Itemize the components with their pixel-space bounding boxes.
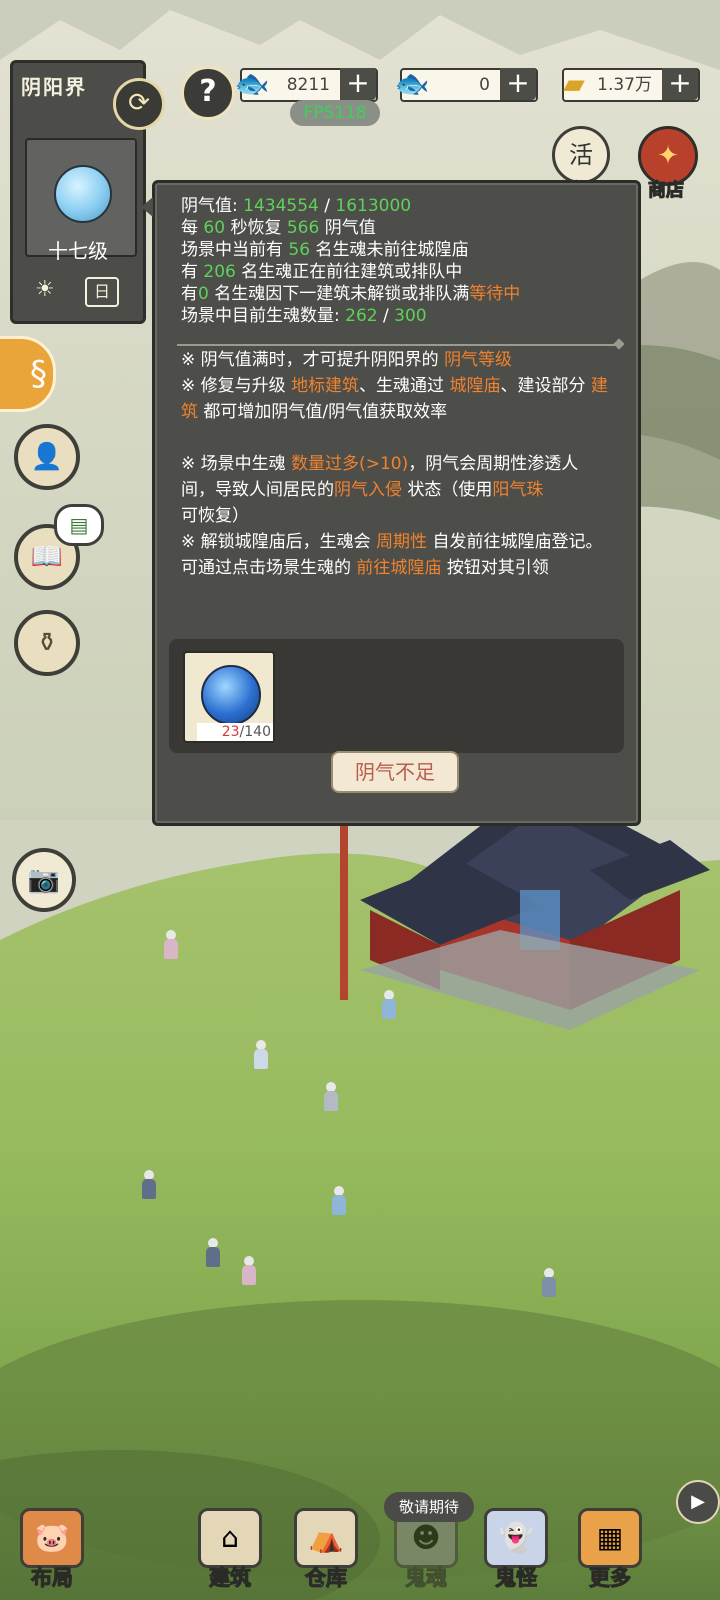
popup-pointer: [141, 197, 153, 217]
realm-level: 十七级: [48, 239, 108, 263]
coming-soon-badge: 敬请期待: [384, 1492, 474, 1522]
add-money-button[interactable]: +: [662, 68, 698, 100]
item-count: 23/140: [197, 723, 273, 741]
spirit-soul[interactable]: [140, 1170, 158, 1200]
blue-fish-icon: 🐟: [394, 67, 430, 100]
monster-icon: 👻: [484, 1508, 548, 1568]
nav-building[interactable]: ⌂ 建筑: [190, 1508, 270, 1592]
day-mode-icon[interactable]: 日: [85, 277, 119, 307]
yin-orb-icon: [54, 165, 112, 223]
resource-blue-value: 0: [479, 75, 490, 95]
gold-fish-icon: 🐟: [234, 67, 270, 100]
book-notice-icon: ▤: [54, 504, 104, 546]
switch-realm-icon[interactable]: ⟳: [113, 78, 165, 130]
add-gold-button[interactable]: +: [340, 68, 376, 100]
yin-pearl-icon: [201, 665, 261, 725]
more-icon: ▦: [578, 1508, 642, 1568]
resource-money-value: 1.37万: [597, 75, 652, 95]
nav-warehouse[interactable]: ⛺ 仓库: [286, 1508, 366, 1592]
character-button[interactable]: 👤: [14, 424, 80, 490]
yin-energy-popup: 阴气值: 1434554 / 1613000 每 60 秒恢复 566 阴气值 …: [141, 180, 641, 826]
spirit-soul[interactable]: [540, 1268, 558, 1298]
popup-divider: [177, 344, 617, 346]
camera-button[interactable]: 📷: [12, 848, 76, 912]
required-item-box: 23/140: [169, 639, 624, 753]
resource-money: ▰ 1.37万 +: [562, 67, 700, 102]
resource-gold: 🐟 8211 +: [235, 67, 378, 102]
nav-more[interactable]: ▦ 更多: [570, 1508, 650, 1592]
spirit-soul[interactable]: [240, 1256, 258, 1286]
resource-gold-value: 8211: [286, 75, 330, 95]
realm-title: 阴阳界: [21, 75, 87, 99]
spirit-soul[interactable]: [162, 930, 180, 960]
note-overflow: ※ 场景中生魂 数量过多(>10)，阴气会周期性渗透人间，导致人间居民的阴气入侵…: [181, 454, 579, 526]
resource-blue: 🐟 0 +: [395, 67, 538, 102]
paper-money-icon: ▰: [563, 67, 585, 100]
spirit-soul[interactable]: [330, 1186, 348, 1216]
spirit-soul[interactable]: [204, 1238, 222, 1268]
warehouse-icon: ⛺: [294, 1508, 358, 1568]
add-blue-button[interactable]: +: [500, 68, 536, 100]
yin-orb-item[interactable]: 23/140: [183, 651, 275, 743]
layout-icon: 🐷: [20, 1508, 84, 1568]
help-button[interactable]: ?: [181, 66, 235, 120]
bag-button[interactable]: ⚱: [14, 610, 80, 676]
building-icon: ⌂: [198, 1508, 262, 1568]
note-temple: ※ 解锁城隍庙后，生魂会 周期性 自发前往城隍庙登记。可通过点击场景生魂的 前往…: [181, 532, 603, 578]
note-level-up: ※ 阴气值满时，才可提升阴阳界的 阴气等级: [181, 350, 513, 370]
nav-monster[interactable]: 👻 鬼怪: [476, 1508, 556, 1592]
sun-icon[interactable]: ☀: [35, 277, 55, 302]
stat-soul-count: 场景中目前生魂数量: 262 / 300: [181, 306, 427, 326]
spirit-soul[interactable]: [380, 990, 398, 1020]
spirit-soul[interactable]: [252, 1040, 270, 1070]
note-increase-yin: ※ 修复与升级 地标建筑、生魂通过 城隍庙、建设部分 建筑 都可增加阴气值/阴气…: [181, 376, 608, 422]
bottom-nav-bar: 🐷 布局 ⌂ 建筑 ⛺ 仓库 ☻ 鬼魂 👻 鬼怪 ▦ 更多: [0, 1440, 720, 1600]
expand-arrow-icon[interactable]: ▶: [676, 1480, 720, 1524]
spirit-soul[interactable]: [322, 1082, 340, 1112]
insufficient-yin-button[interactable]: 阴气不足: [331, 751, 459, 793]
nav-layout[interactable]: 🐷 布局: [12, 1508, 92, 1592]
fps-counter: FPS118: [290, 100, 380, 126]
